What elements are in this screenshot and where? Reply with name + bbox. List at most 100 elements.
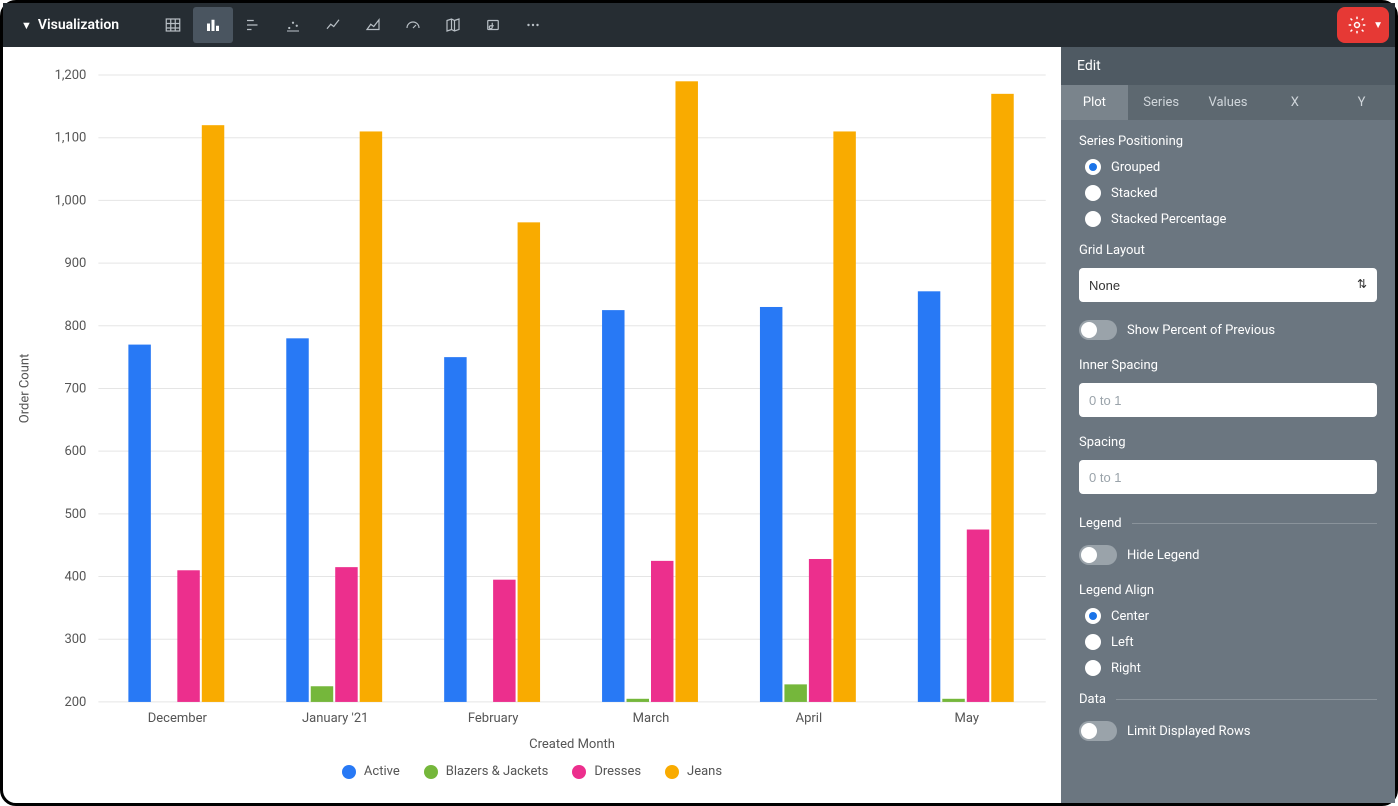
radio-center[interactable]: Center bbox=[1085, 608, 1377, 624]
svg-text:May: May bbox=[955, 711, 979, 726]
svg-text:800: 800 bbox=[64, 319, 86, 334]
edit-panel-header: Edit bbox=[1061, 47, 1395, 85]
tab-plot[interactable]: Plot bbox=[1061, 85, 1128, 120]
visualization-toolbar: ▼ Visualization ▼ bbox=[3, 3, 1395, 47]
radio-stacked[interactable]: Stacked bbox=[1085, 185, 1377, 201]
series-positioning-title: Series Positioning bbox=[1079, 134, 1377, 149]
inner-spacing-input[interactable] bbox=[1079, 383, 1377, 417]
svg-text:February: February bbox=[468, 711, 519, 726]
caret-down-icon: ▼ bbox=[21, 19, 32, 32]
svg-text:400: 400 bbox=[64, 570, 86, 585]
inner-spacing-title: Inner Spacing bbox=[1079, 358, 1377, 373]
radio-right[interactable]: Right bbox=[1085, 660, 1377, 676]
page-title: Visualization bbox=[38, 17, 119, 33]
legend-item[interactable]: Active bbox=[342, 764, 400, 779]
bar[interactable] bbox=[493, 580, 515, 702]
radio-left[interactable]: Left bbox=[1085, 634, 1377, 650]
bar[interactable] bbox=[335, 567, 357, 702]
edit-panel: Edit PlotSeriesValuesXY Series Positioni… bbox=[1061, 47, 1395, 803]
series-positioning-radios: Grouped Stacked Stacked Percentage bbox=[1079, 159, 1377, 227]
bar-chart-icon[interactable] bbox=[193, 7, 233, 43]
bar[interactable] bbox=[833, 131, 855, 701]
settings-highlight: ▼ bbox=[1337, 7, 1389, 43]
limit-rows-label: Limit Displayed Rows bbox=[1127, 724, 1250, 739]
svg-text:900: 900 bbox=[64, 256, 86, 271]
legend-align-radios: Center Left Right bbox=[1079, 608, 1377, 676]
svg-text:700: 700 bbox=[64, 381, 86, 396]
bar[interactable] bbox=[602, 310, 624, 702]
limit-rows-toggle[interactable] bbox=[1079, 721, 1117, 741]
radio-grouped[interactable]: Grouped bbox=[1085, 159, 1377, 175]
bar[interactable] bbox=[675, 81, 697, 702]
viz-type-icons bbox=[153, 7, 553, 43]
hide-legend-label: Hide Legend bbox=[1127, 548, 1199, 563]
bar[interactable] bbox=[627, 699, 649, 702]
legend-dot-icon bbox=[665, 765, 679, 779]
grid-layout-select[interactable]: None bbox=[1079, 268, 1377, 302]
bar[interactable] bbox=[286, 338, 308, 702]
svg-text:500: 500 bbox=[64, 507, 86, 522]
tab-y[interactable]: Y bbox=[1328, 85, 1395, 120]
legend-dot-icon bbox=[342, 765, 356, 779]
legend-item[interactable]: Dresses bbox=[572, 764, 641, 779]
bar[interactable] bbox=[760, 307, 782, 702]
svg-text:1,100: 1,100 bbox=[55, 131, 87, 146]
data-section-title: Data bbox=[1079, 692, 1106, 707]
bar[interactable] bbox=[991, 94, 1013, 702]
bar[interactable] bbox=[784, 684, 806, 702]
chart-area: 200 300 400 500 600 700 800 900 1,000 1,100 1,200 O… bbox=[3, 47, 1061, 803]
svg-text:600: 600 bbox=[64, 444, 86, 459]
svg-text:April: April bbox=[796, 711, 823, 726]
bar[interactable] bbox=[918, 291, 940, 702]
tab-series[interactable]: Series bbox=[1128, 85, 1195, 120]
chart-legend: Active Blazers & Jackets Dresses Jeans bbox=[3, 756, 1061, 793]
area-chart-icon[interactable] bbox=[353, 7, 393, 43]
bar[interactable] bbox=[202, 125, 224, 702]
svg-text:300: 300 bbox=[64, 632, 86, 647]
bar-chart: 200 300 400 500 600 700 800 900 1,000 1,100 1,200 O… bbox=[3, 55, 1061, 756]
legend-item[interactable]: Blazers & Jackets bbox=[424, 764, 549, 779]
table-icon[interactable] bbox=[153, 7, 193, 43]
svg-text:December: December bbox=[148, 711, 208, 726]
tab-values[interactable]: Values bbox=[1195, 85, 1262, 120]
radio-stacked-percentage[interactable]: Stacked Percentage bbox=[1085, 211, 1377, 227]
gauge-icon[interactable] bbox=[393, 7, 433, 43]
svg-text:March: March bbox=[633, 711, 670, 726]
bar[interactable] bbox=[128, 345, 150, 702]
grid-layout-title: Grid Layout bbox=[1079, 243, 1377, 258]
visualization-header[interactable]: ▼ Visualization bbox=[11, 17, 129, 33]
more-icon[interactable] bbox=[513, 7, 553, 43]
gear-icon[interactable] bbox=[1343, 11, 1371, 39]
bar[interactable] bbox=[360, 131, 382, 701]
map-icon[interactable] bbox=[433, 7, 473, 43]
svg-text:200: 200 bbox=[64, 695, 86, 710]
svg-text:1,000: 1,000 bbox=[55, 193, 87, 208]
tab-x[interactable]: X bbox=[1261, 85, 1328, 120]
svg-text:January '21: January '21 bbox=[302, 711, 368, 726]
edit-tabs: PlotSeriesValuesXY bbox=[1061, 85, 1395, 120]
bar[interactable] bbox=[942, 699, 964, 702]
svg-text:Created Month: Created Month bbox=[529, 737, 615, 752]
legend-item[interactable]: Jeans bbox=[665, 764, 722, 779]
line-chart-icon[interactable] bbox=[313, 7, 353, 43]
show-percent-toggle[interactable] bbox=[1079, 320, 1117, 340]
bar[interactable] bbox=[311, 686, 333, 702]
bar[interactable] bbox=[518, 222, 540, 702]
scatter-icon[interactable] bbox=[273, 7, 313, 43]
bar[interactable] bbox=[177, 570, 199, 702]
spacing-input[interactable] bbox=[1079, 460, 1377, 494]
bar[interactable] bbox=[809, 559, 831, 702]
spacing-title: Spacing bbox=[1079, 435, 1377, 450]
bar[interactable] bbox=[651, 561, 673, 702]
hide-legend-toggle[interactable] bbox=[1079, 545, 1117, 565]
legend-dot-icon bbox=[572, 765, 586, 779]
svg-text:1,200: 1,200 bbox=[55, 68, 87, 83]
horizontal-bar-icon[interactable] bbox=[233, 7, 273, 43]
single-value-icon[interactable] bbox=[473, 7, 513, 43]
svg-text:Order Count: Order Count bbox=[17, 354, 32, 424]
legend-dot-icon bbox=[424, 765, 438, 779]
legend-align-title: Legend Align bbox=[1079, 583, 1377, 598]
legend-section-title: Legend bbox=[1079, 516, 1122, 531]
bar[interactable] bbox=[967, 530, 989, 702]
bar[interactable] bbox=[444, 357, 466, 702]
